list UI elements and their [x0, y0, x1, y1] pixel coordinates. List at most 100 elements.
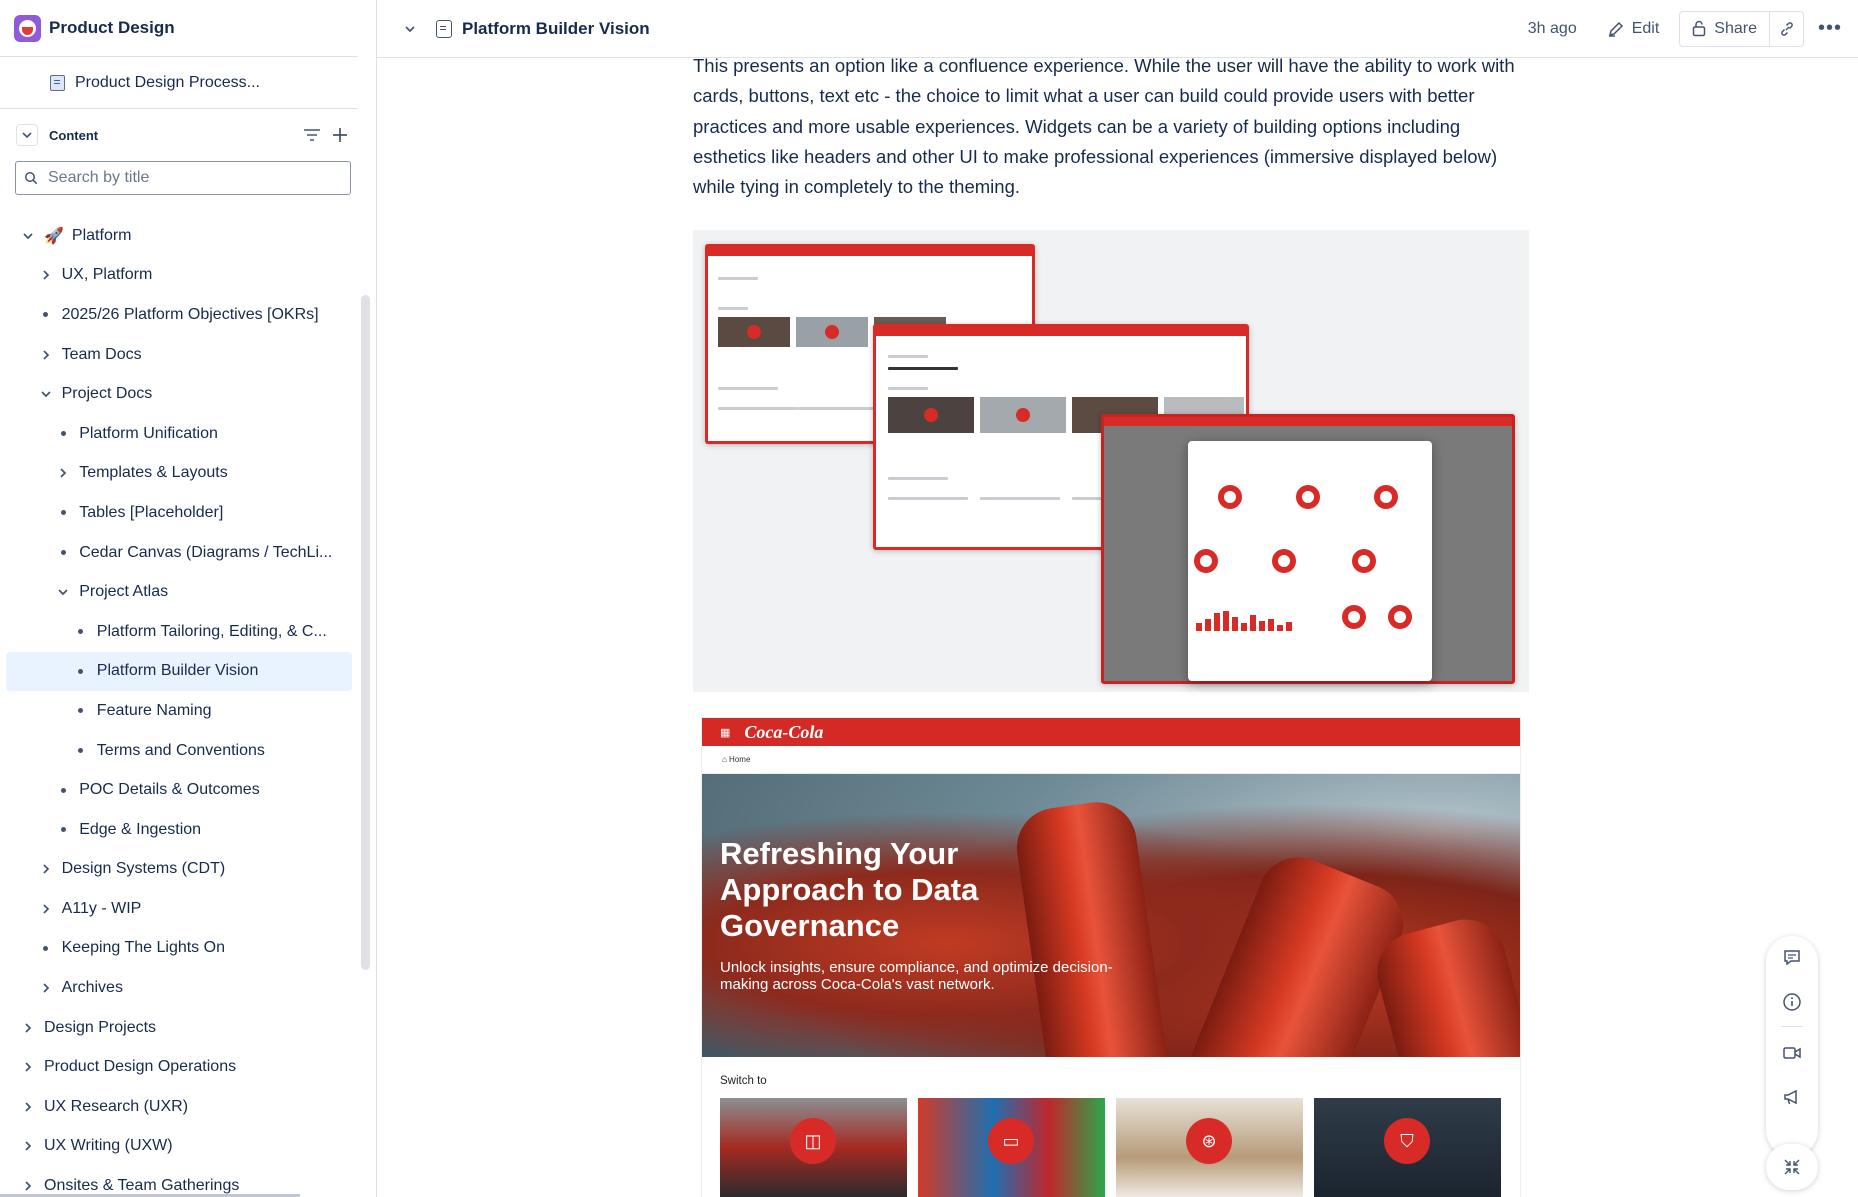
- tree-item-label: Platform Builder Vision: [96, 662, 259, 680]
- search-input[interactable]: [48, 169, 328, 187]
- space-header[interactable]: Product Design: [0, 0, 358, 57]
- shield-icon: ⛉: [1384, 1118, 1430, 1164]
- edit-button[interactable]: Edit: [1607, 19, 1660, 38]
- chevron-down-icon: [22, 132, 32, 139]
- megaphone-icon[interactable]: [1780, 1085, 1804, 1109]
- bullet-icon: [53, 820, 73, 840]
- tree-item[interactable]: Terms and Conventions: [6, 731, 352, 771]
- tree-item-label: Product Design Operations: [44, 1058, 237, 1076]
- tree-item-label: Terms and Conventions: [96, 741, 265, 759]
- tree-item[interactable]: Platform Unification: [6, 414, 352, 454]
- tree-item-label: Templates & Layouts: [79, 464, 228, 482]
- more-actions-icon[interactable]: •••: [1816, 17, 1844, 41]
- page-title: Platform Builder Vision: [462, 18, 650, 38]
- bullet-icon: [71, 741, 91, 761]
- tree-item-label: UX Research (UXR): [44, 1097, 189, 1115]
- bullet-icon: [53, 543, 73, 563]
- chevron-right-icon[interactable]: [36, 899, 56, 919]
- mock-breadcrumb: ⌂ Home: [702, 746, 1520, 774]
- bullet-icon: [71, 622, 91, 642]
- switch-card: ⊛: [1116, 1098, 1303, 1197]
- video-icon[interactable]: [1780, 1041, 1804, 1065]
- tree-item[interactable]: Platform Tailoring, Editing, & C...: [6, 612, 352, 652]
- copy-link-button[interactable]: [1769, 11, 1803, 46]
- info-icon[interactable]: [1780, 990, 1804, 1014]
- filter-icon[interactable]: [302, 125, 322, 145]
- tree-item[interactable]: POC Details & Outcomes: [6, 770, 352, 810]
- coca-cola-portal-image[interactable]: ▦ Coca-Cola ⌂ Home Refreshing Your Appro…: [702, 718, 1520, 1197]
- mock-app-header: ▦ Coca-Cola: [702, 718, 1520, 746]
- space-title[interactable]: Product Design: [49, 18, 175, 38]
- tree-item[interactable]: UX, Platform: [6, 256, 352, 296]
- tree-item-label: Design Projects: [44, 1018, 157, 1036]
- tree-item[interactable]: Cedar Canvas (Diagrams / TechLi...: [6, 533, 352, 573]
- breadcrumb-toggle-button[interactable]: [398, 17, 422, 41]
- tree-item-label: Archives: [61, 979, 123, 997]
- tree-item-label: Project Docs: [61, 385, 153, 403]
- chevron-down-icon[interactable]: [36, 384, 56, 404]
- tree-item-label: Tables [Placeholder]: [79, 503, 224, 521]
- collapse-icon[interactable]: [1766, 1144, 1818, 1190]
- tree-item-label: Cedar Canvas (Diagrams / TechLi...: [79, 543, 333, 561]
- chevron-right-icon[interactable]: [36, 345, 56, 365]
- tree-item-label: Project Atlas: [79, 583, 169, 601]
- tree-item[interactable]: Product Design Operations: [6, 1047, 352, 1087]
- switch-card: ◫: [720, 1098, 907, 1197]
- tree-item-label: Platform: [71, 226, 132, 244]
- tree-item[interactable]: UX Research (UXR): [6, 1087, 352, 1127]
- tree-item[interactable]: Feature Naming: [6, 691, 352, 731]
- tree-item[interactable]: 2025/26 Platform Objectives [OKRs]: [6, 295, 352, 335]
- hero-banner: Refreshing Your Approach to Data Governa…: [702, 774, 1520, 1057]
- tree-item[interactable]: 🚀 Platform: [6, 216, 352, 256]
- last-edited-time[interactable]: 3h ago: [1528, 20, 1577, 38]
- bullet-icon: [36, 938, 56, 958]
- tree-item[interactable]: Project Atlas: [6, 572, 352, 612]
- edit-label: Edit: [1631, 19, 1660, 37]
- mockup-collage-image[interactable]: [693, 230, 1529, 692]
- sidebar-scrollbar[interactable]: [361, 295, 370, 970]
- tree-item[interactable]: Design Projects: [6, 1008, 352, 1048]
- chevron-right-icon[interactable]: [36, 265, 56, 285]
- chevron-right-icon[interactable]: [36, 859, 56, 879]
- chevron-right-icon[interactable]: [18, 1018, 38, 1038]
- tree-item-label: Platform Tailoring, Editing, & C...: [96, 622, 327, 640]
- tree-item[interactable]: Team Docs: [6, 335, 352, 375]
- search-box[interactable]: [15, 161, 351, 195]
- tree-item-label: POC Details & Outcomes: [79, 781, 260, 799]
- chevron-down-icon[interactable]: [53, 582, 73, 602]
- bullet-icon: [71, 701, 91, 721]
- link-icon: [1780, 21, 1793, 36]
- coca-cola-logo: Coca-Cola: [744, 721, 824, 742]
- pinned-page-product-design-process[interactable]: Product Design Process...: [0, 57, 358, 109]
- collapse-content-button[interactable]: [16, 124, 38, 146]
- tree-item[interactable]: Onsites & Team Gatherings: [6, 1166, 352, 1197]
- tree-item[interactable]: Design Systems (CDT): [6, 850, 352, 890]
- chevron-right-icon[interactable]: [18, 1136, 38, 1156]
- search-icon: [25, 172, 38, 185]
- chevron-right-icon[interactable]: [36, 978, 56, 998]
- tree-item[interactable]: Project Docs: [6, 374, 352, 414]
- tree-item[interactable]: A11y - WIP: [6, 889, 352, 929]
- chevron-right-icon[interactable]: [18, 1097, 38, 1117]
- comment-icon[interactable]: [1780, 946, 1804, 970]
- add-content-icon[interactable]: [330, 125, 350, 145]
- chevron-down-icon[interactable]: [18, 226, 38, 246]
- hero-title: Refreshing Your Approach to Data Governa…: [720, 836, 979, 943]
- tree-item[interactable]: Tables [Placeholder]: [6, 493, 352, 533]
- share-button[interactable]: Share: [1680, 12, 1769, 46]
- bullet-icon: [71, 661, 91, 681]
- tree-item-label: Keeping The Lights On: [61, 939, 225, 957]
- page-icon: [436, 19, 452, 38]
- tree-item-label: Edge & Ingestion: [79, 820, 202, 838]
- chevron-right-icon[interactable]: [18, 1057, 38, 1077]
- bullet-icon: [53, 424, 73, 444]
- tree-item[interactable]: UX Writing (UXW): [6, 1127, 352, 1167]
- tree-item[interactable]: Templates & Layouts: [6, 454, 352, 494]
- tree-item-label: UX Writing (UXW): [44, 1137, 173, 1155]
- bullet-icon: [36, 305, 56, 325]
- chevron-right-icon[interactable]: [53, 463, 73, 483]
- tree-item[interactable]: Archives: [6, 968, 352, 1008]
- tree-item[interactable]: Keeping The Lights On: [6, 929, 352, 969]
- tree-item[interactable]: Edge & Ingestion: [6, 810, 352, 850]
- tree-item[interactable]: Platform Builder Vision: [6, 651, 352, 692]
